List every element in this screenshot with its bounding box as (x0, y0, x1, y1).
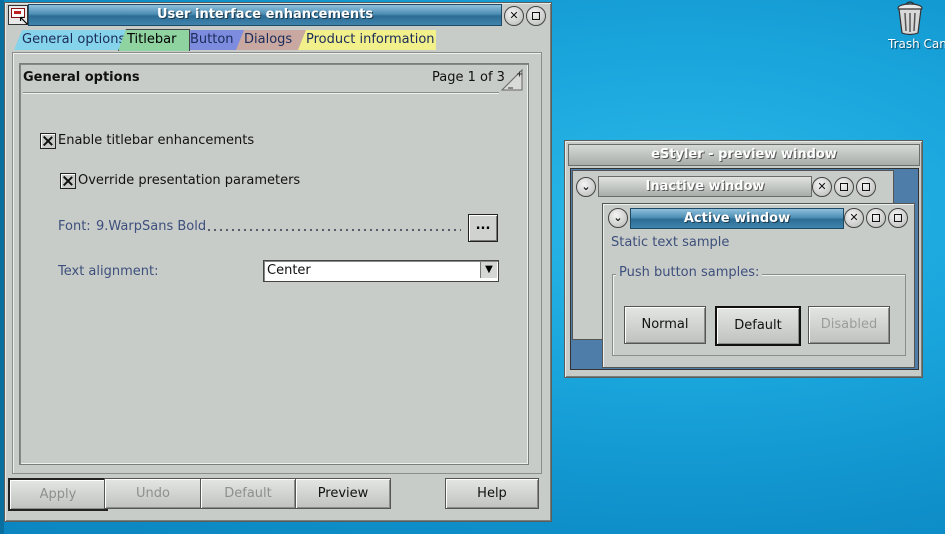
push-button-group-title: Push button samples: (616, 265, 763, 280)
static-text-sample: Static text sample (611, 235, 730, 250)
main-window-titlebar[interactable]: User interface enhancements (28, 4, 502, 26)
close-icon: ✕ (844, 208, 864, 228)
close-icon[interactable]: ✕ (504, 6, 524, 26)
text-alignment-value: Center (267, 263, 311, 278)
page-title: General options (23, 70, 140, 85)
override-params-checkbox[interactable] (60, 173, 76, 189)
maximize-icon[interactable] (526, 6, 546, 26)
default-sample-button[interactable]: Default (715, 306, 801, 346)
tab-product-information[interactable]: Product information (298, 30, 436, 50)
font-label: Font: (58, 219, 91, 234)
tab-button[interactable]: Button (182, 30, 244, 50)
minimize-icon (866, 208, 886, 228)
undo-button[interactable]: Undo (104, 478, 202, 509)
chevron-down-icon: ⌄ (608, 208, 628, 228)
font-select-button[interactable]: ... (468, 214, 498, 242)
active-window-titlebar: Active window (630, 208, 844, 229)
font-value: 9.WarpSans Bold (96, 219, 207, 234)
enable-titlebar-checkbox[interactable] (40, 133, 56, 149)
apply-button[interactable]: Apply (8, 478, 108, 511)
tab-dialogs[interactable]: Dialogs (236, 30, 308, 50)
chevron-down-icon: ⌄ (576, 177, 596, 197)
normal-sample-button[interactable]: Normal (624, 306, 706, 344)
override-params-label[interactable]: Override presentation parameters (78, 173, 300, 188)
minimize-icon (834, 177, 854, 197)
default-button[interactable]: Default (200, 478, 296, 509)
page-indicator: Page 1 of 3 (432, 70, 505, 85)
maximize-icon (856, 177, 876, 197)
font-leader-dots (206, 222, 461, 232)
tab-titlebar[interactable]: Titlebar (118, 29, 190, 51)
enable-titlebar-label[interactable]: Enable titlebar enhancements (58, 133, 254, 148)
system-menu-icon[interactable]: ↖ (8, 5, 30, 28)
page-turn-icon[interactable] (500, 66, 524, 92)
tab-general-options[interactable]: General options (14, 30, 128, 50)
chevron-down-icon[interactable]: ▼ (480, 262, 497, 278)
preview-button[interactable]: Preview (295, 478, 391, 509)
page-divider (23, 92, 499, 94)
disabled-sample-button: Disabled (808, 306, 890, 344)
preview-window-titlebar[interactable]: eStyler - preview window (568, 144, 920, 166)
help-button[interactable]: Help (445, 478, 539, 509)
maximize-icon (888, 208, 908, 228)
trash-can-label: Trash Can (888, 37, 945, 51)
text-alignment-select[interactable]: Center ▼ (263, 260, 499, 282)
close-icon: ✕ (812, 177, 832, 197)
text-alignment-label: Text alignment: (58, 264, 159, 279)
trash-can-icon[interactable] (893, 0, 927, 36)
inactive-window-titlebar: Inactive window (598, 176, 812, 197)
